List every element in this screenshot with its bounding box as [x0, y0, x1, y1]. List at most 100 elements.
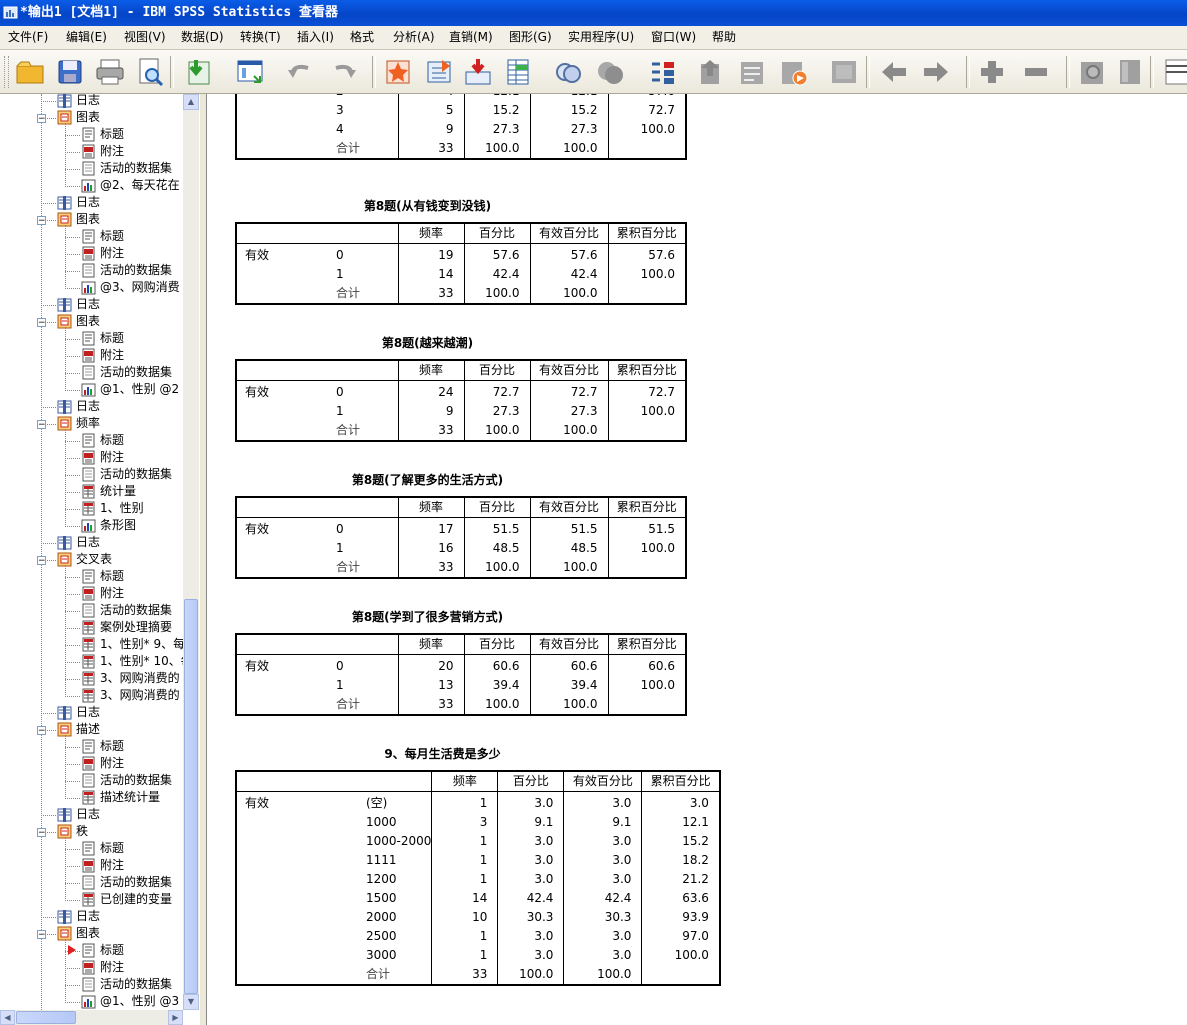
menu-item-0[interactable]: 文件(F)	[8, 26, 48, 49]
export-icon[interactable]	[184, 56, 216, 88]
back-icon[interactable]	[1114, 56, 1146, 88]
table-cell: 100.0	[607, 402, 686, 421]
table-row: 1000-2000 1 3.0 3.0 15.2	[236, 832, 720, 851]
open-icon[interactable]	[14, 56, 46, 88]
table-cell: 33	[397, 139, 464, 159]
menu-item-11[interactable]: 窗口(W)	[651, 26, 696, 49]
table-cell: 39.4	[529, 676, 608, 695]
pane-splitter[interactable]	[200, 94, 207, 1025]
collapse-toggle-icon[interactable]: −	[37, 828, 46, 838]
outline-vertical-scrollbar[interactable]: ▲ ▼	[183, 94, 199, 1010]
show-all-icon[interactable]	[552, 56, 584, 88]
frequency-table[interactable]: 频率 百分比 有效百分比 累积百分比 有效 0 20 60.6 60.6 60.6 1 13 39.4 3…	[235, 633, 687, 716]
collapse-toggle-icon[interactable]: −	[37, 420, 46, 430]
table-cell	[236, 539, 332, 558]
frequency-table[interactable]: 频率 百分比 有效百分比 累积百分比 有效 0 19 57.6 57.6 57.6 1 14 42.4 4…	[235, 222, 687, 305]
log-icon	[57, 808, 72, 822]
table-cell	[607, 139, 686, 159]
redo-icon[interactable]	[328, 56, 360, 88]
note-icon	[82, 858, 95, 873]
goto-case-icon[interactable]	[424, 56, 456, 88]
menu-item-5[interactable]: 插入(I)	[297, 26, 334, 49]
scroll-left-button[interactable]: ◀	[0, 1010, 15, 1025]
menu-item-9[interactable]: 图形(G)	[509, 26, 552, 49]
tree-node-label: 1、性别	[100, 501, 144, 515]
menu-item-7[interactable]: 分析(A)	[393, 26, 435, 49]
variables-icon[interactable]	[502, 56, 534, 88]
hscroll-thumb[interactable]	[16, 1011, 76, 1024]
designate-window-icon[interactable]	[646, 56, 678, 88]
spss-app-icon[interactable]	[3, 5, 18, 20]
hide-icon[interactable]	[594, 56, 626, 88]
table-cell: 合计	[366, 967, 391, 981]
table-header-row: 频率 百分比 有效百分比 累积百分比	[236, 497, 686, 518]
menu-item-1[interactable]: 编辑(E)	[66, 26, 107, 49]
print-preview-icon[interactable]	[134, 56, 166, 88]
undo-icon[interactable]	[284, 56, 316, 88]
expand-icon[interactable]	[778, 56, 810, 88]
tree-node-label: 活动的数据集	[100, 773, 173, 787]
table-cell: 1	[336, 404, 344, 418]
menu-item-2[interactable]: 视图(V)	[124, 26, 166, 49]
title-icon	[82, 841, 95, 856]
hide-output-icon[interactable]	[920, 56, 952, 88]
tree-connector	[65, 565, 66, 697]
demote-icon[interactable]	[736, 56, 768, 88]
promote-icon[interactable]	[696, 56, 728, 88]
menu-item-6[interactable]: 格式	[350, 26, 374, 49]
tree-node-label: 频率	[76, 416, 101, 430]
recall-dialog-icon[interactable]	[234, 56, 266, 88]
collapse-toggle-icon[interactable]: −	[37, 556, 46, 566]
collapse-icon[interactable]	[828, 56, 860, 88]
insert-text-icon[interactable]	[1076, 56, 1108, 88]
table-cell: 有效	[245, 796, 270, 810]
tree-connector	[41, 713, 56, 714]
frequency-table[interactable]: 频率 百分比 有效百分比 累积百分比 有效 (空) 1 3.0 3.0 3.0 1000 3 9.1 9.…	[235, 770, 721, 986]
table-cell: 3.0	[497, 946, 564, 965]
print-icon[interactable]	[94, 56, 126, 88]
insert-heading-icon[interactable]	[976, 56, 1008, 88]
chart-icon	[81, 383, 96, 397]
outline-horizontal-scrollbar[interactable]: ◀ ▶	[0, 1010, 183, 1025]
menu-item-10[interactable]: 实用程序(U)	[568, 26, 634, 49]
table-cell: 42.4	[463, 265, 530, 284]
toolbar-grip[interactable]	[4, 56, 9, 88]
frequency-table[interactable]: 2412.112.157.63515.215.272.74927.327.310…	[235, 94, 687, 160]
menu-item-12[interactable]: 帮助	[712, 26, 736, 49]
scroll-down-button[interactable]: ▼	[183, 994, 199, 1010]
frequency-table[interactable]: 频率 百分比 有效百分比 累积百分比 有效 0 17 51.5 51.5 51.5 1 16 48.5 4…	[235, 496, 687, 579]
collapse-toggle-icon[interactable]: −	[37, 726, 46, 736]
tree-connector	[65, 373, 80, 374]
tree-node-label: 日志	[76, 297, 101, 311]
collapse-toggle-icon[interactable]: −	[37, 318, 46, 328]
scroll-up-button[interactable]: ▲	[183, 94, 199, 110]
menu-item-3[interactable]: 数据(D)	[181, 26, 224, 49]
insert-title-icon[interactable]	[1020, 56, 1052, 88]
collapse-toggle-icon[interactable]: −	[37, 114, 46, 124]
table-cell: 30.3	[563, 908, 642, 927]
menu-item-8[interactable]: 直销(M)	[449, 26, 493, 49]
table-cell: 13	[397, 676, 464, 695]
menu-item-4[interactable]: 转换(T)	[240, 26, 281, 49]
table-cell	[236, 139, 332, 159]
log-icon	[57, 298, 72, 312]
tree-node-label: 描述统计量	[100, 790, 161, 804]
collapse-toggle-icon[interactable]: −	[37, 216, 46, 226]
scroll-thumb[interactable]	[184, 599, 198, 994]
table-row: 合计 33 100.0 100.0	[236, 421, 686, 441]
tree-node-label: 1、性别* 10、每	[100, 654, 183, 668]
tree-connector	[65, 186, 80, 187]
frequency-table[interactable]: 频率 百分比 有效百分比 累积百分比 有效 0 24 72.7 72.7 72.7 1 9 27.3 27…	[235, 359, 687, 442]
table-title: 第8题(越来越潮)	[381, 336, 474, 350]
forward-icon[interactable]	[1160, 56, 1187, 88]
scroll-right-button[interactable]: ▶	[168, 1010, 183, 1025]
table-cell: 100.0	[529, 421, 608, 441]
goto-variable-icon[interactable]	[462, 56, 494, 88]
tree-connector	[65, 866, 80, 867]
save-icon[interactable]	[54, 56, 86, 88]
goto-data-icon[interactable]	[382, 56, 414, 88]
show-icon[interactable]	[878, 56, 910, 88]
collapse-toggle-icon[interactable]: −	[37, 930, 46, 940]
table-cell: 60.6	[463, 654, 530, 676]
title-icon	[82, 569, 95, 584]
